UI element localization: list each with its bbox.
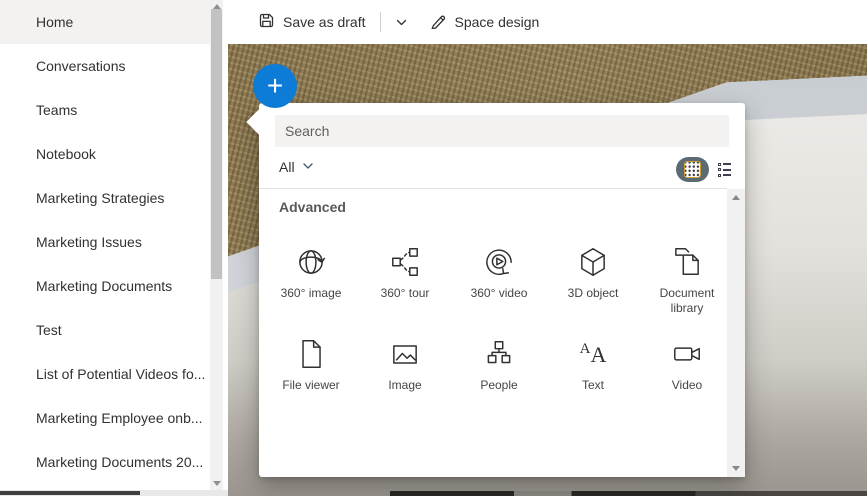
- sidebar-item-marketing-documents[interactable]: Marketing Documents: [0, 264, 210, 308]
- tile-document-library[interactable]: Document library: [640, 229, 734, 321]
- tile-people[interactable]: People: [452, 321, 546, 413]
- org-chart-icon: [480, 335, 518, 373]
- scroll-down-arrow-icon[interactable]: [212, 481, 221, 486]
- filter-dropdown[interactable]: All: [279, 159, 314, 175]
- tile-360-tour[interactable]: 360° tour: [358, 229, 452, 321]
- sidebar-item-potential-videos[interactable]: List of Potential Videos fo...: [0, 352, 210, 396]
- tile-image[interactable]: Image: [358, 321, 452, 413]
- space-design-button[interactable]: Space design: [424, 6, 546, 38]
- text-aa-icon: A A: [579, 341, 607, 367]
- filter-label: All: [279, 159, 295, 175]
- sidebar-item-test[interactable]: Test: [0, 308, 210, 352]
- video-360-icon: [480, 243, 518, 281]
- save-options-chevron-button[interactable]: [389, 6, 414, 38]
- toolbar-divider: [379, 12, 381, 32]
- tile-360-video[interactable]: 360° video: [452, 229, 546, 321]
- tile-3d-object[interactable]: 3D object: [546, 229, 640, 321]
- sidebar-item-employee-onboarding[interactable]: Marketing Employee onb...: [0, 396, 210, 440]
- video-camera-icon: [668, 335, 706, 373]
- list-view-icon: [718, 162, 731, 166]
- sidebar-item-marketing-strategies[interactable]: Marketing Strategies: [0, 176, 210, 220]
- sidebar-item-home[interactable]: Home: [0, 0, 210, 44]
- tile-label: 360° video: [470, 286, 528, 300]
- search-input[interactable]: [275, 115, 729, 147]
- sidebar-horizontal-scrollbar[interactable]: [0, 490, 228, 496]
- sidebar-item-marketing-issues[interactable]: Marketing Issues: [0, 220, 210, 264]
- sidebar-vertical-scrollbar[interactable]: [210, 0, 223, 490]
- vertical-scrollbar-thumb[interactable]: [211, 9, 222, 279]
- grid-view-toggle[interactable]: [676, 157, 709, 182]
- photo-table-edge: [390, 491, 867, 496]
- picture-icon: [386, 335, 424, 373]
- tile-label: Text: [581, 378, 604, 392]
- web-part-picker-panel: All Advanced: [246, 103, 745, 477]
- sidebar-item-conversations[interactable]: Conversations: [0, 44, 210, 88]
- document-library-icon: [668, 243, 706, 281]
- tile-label: Image: [388, 378, 422, 392]
- tile-file-viewer[interactable]: File viewer: [264, 321, 358, 413]
- editor-toolbar: Save as draft Space design: [228, 0, 867, 44]
- pencil-icon: [430, 12, 447, 32]
- tour-360-icon: [386, 243, 424, 281]
- web-part-tile-grid: 360° image 360° tour 360° video 3D objec…: [264, 229, 734, 413]
- file-page-icon: [292, 335, 330, 373]
- tile-label: 360° tour: [380, 286, 430, 300]
- chevron-down-icon: [302, 159, 314, 175]
- tile-text[interactable]: A A Text: [546, 321, 640, 413]
- cube-3d-icon: [574, 243, 612, 281]
- tile-360-image[interactable]: 360° image: [264, 229, 358, 321]
- save-icon: [258, 12, 275, 32]
- tile-label: Document library: [659, 286, 715, 315]
- sidebar-item-teams[interactable]: Teams: [0, 88, 210, 132]
- list-view-toggle[interactable]: [716, 161, 733, 179]
- panel-scroll-down-icon[interactable]: [732, 466, 740, 471]
- sidebar-item-notebook[interactable]: Notebook: [0, 132, 210, 176]
- tile-label: 360° image: [280, 286, 342, 300]
- panel-scroll-up-icon[interactable]: [732, 195, 740, 200]
- space-design-label: Space design: [454, 14, 540, 30]
- tile-label: People: [480, 378, 518, 392]
- panel-divider: [259, 188, 727, 189]
- sidebar-item-marketing-documents-20[interactable]: Marketing Documents 20...: [0, 440, 210, 484]
- view-toggle-group: [676, 157, 733, 182]
- add-web-part-button[interactable]: +: [253, 64, 297, 108]
- grid-view-icon: [684, 161, 701, 178]
- tile-label: 3D object: [567, 286, 619, 300]
- tile-label: File viewer: [282, 378, 340, 392]
- tile-label: Video: [671, 378, 703, 392]
- spaces-editor-app: Home Conversations Teams Notebook Market…: [0, 0, 867, 496]
- save-as-draft-button[interactable]: Save as draft: [252, 6, 372, 38]
- tile-video[interactable]: Video: [640, 321, 734, 413]
- globe-360-icon: [292, 243, 330, 281]
- section-title: Advanced: [279, 199, 346, 215]
- horizontal-scrollbar-thumb[interactable]: [0, 491, 140, 495]
- plus-icon: +: [266, 70, 284, 101]
- save-as-draft-label: Save as draft: [283, 14, 366, 30]
- left-nav-sidebar: Home Conversations Teams Notebook Market…: [0, 0, 210, 490]
